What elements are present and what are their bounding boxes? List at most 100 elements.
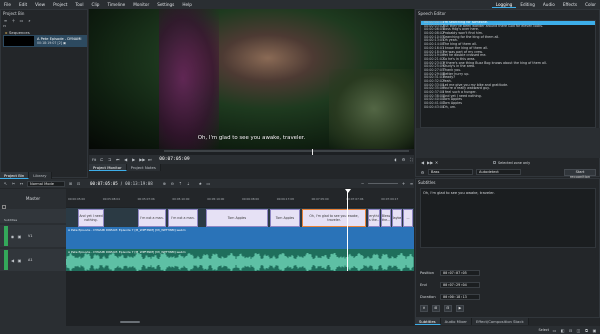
speaker-icon[interactable]: ◀ [10,258,15,263]
add-subtitle-icon[interactable]: ⊞ [432,304,440,312]
subtitle-clip[interactable]: Bless the... [381,209,391,227]
razor-tool-icon[interactable]: ✂ [11,181,16,186]
timeline-position[interactable]: 00:07:05:05 [90,181,118,186]
guide-icon[interactable]: ★ [198,181,203,186]
spacer-tool-icon[interactable]: ↔ [19,181,24,186]
end-field[interactable]: 00:07:29:04 [440,282,480,288]
subtitle-track-header[interactable]: Subtitles [0,209,66,223]
lift-icon[interactable]: ⇡ [178,181,183,186]
zoom-in-icon[interactable]: + [401,181,406,186]
add-clip-icon[interactable]: ＋ [11,18,16,23]
track-active-indicator[interactable] [4,250,8,270]
menu-edit[interactable]: Edit [15,2,31,7]
video-clip[interactable]: A Pete Episode - DYNAMI DREAM: Episode 7… [66,227,414,249]
menu-project[interactable]: Project [49,2,71,7]
subtitle-clip[interactable]: And yet I need nothing. [78,209,104,227]
speech-text-list[interactable]: 00:00:00:00 I'm searching for someone. 00:… [420,20,596,128]
workspace-effects[interactable]: Effects [559,2,581,8]
subtitle-text-editor[interactable]: Oh, I'm glad to see you awake, traveler. [420,188,596,248]
speech-line[interactable]: 00:00:43:00 Oh, um. [421,105,595,110]
status-icon-3[interactable]: ⊟ [568,328,573,333]
track-active-indicator[interactable] [4,226,8,246]
tab-project-monitor[interactable]: Project Monitor [89,164,127,171]
split-subtitle-icon[interactable]: ⊟ [444,304,452,312]
subtitle-clip[interactable]: Everything is the... [368,209,380,227]
expand-icon[interactable] [2,205,6,209]
menu-monitor[interactable]: Monitor [129,2,153,7]
zoom-out-icon[interactable]: − [360,181,365,186]
tab-subtitles[interactable]: Subtitles [415,318,441,325]
audio-track-header[interactable]: ◀ ▣ A1 [0,249,66,271]
status-icon-2[interactable]: ◧ [560,328,565,333]
gear-icon[interactable]: ⚙ [420,170,425,175]
delete-icon[interactable]: ✕ [434,160,439,165]
snap-icon[interactable]: ⊞ [68,181,73,186]
subtitle-clip[interactable]: Maybe? [392,209,402,227]
zoom-slider[interactable] [368,182,398,185]
workspace-logging[interactable]: Logging [491,2,517,8]
lock-icon[interactable]: ▣ [17,258,22,263]
duration-field[interactable]: 00:00:18:13 [440,294,480,300]
menu-tool[interactable]: Tool [71,2,87,7]
tab-audio-mixer[interactable]: Audio Mixer [440,318,472,325]
start-recognition-button[interactable]: Start recognition [564,168,596,179]
forward-icon[interactable]: ▶▶ [139,157,145,162]
subtitle-clip[interactable]: I'm not a man. [168,209,198,227]
in-point-icon[interactable]: ⊏ [99,157,104,162]
eye-icon[interactable]: ◉ [10,234,15,239]
select-tool-icon[interactable]: ↖ [3,181,8,186]
audio-clip[interactable]: A Pete Episode - DYNAMI DREAM: Episode 7… [66,249,414,271]
zoom-select[interactable]: Fit [92,158,96,162]
volume-icon[interactable]: ◖ [393,157,398,162]
lock-icon[interactable]: ⊡ [76,181,81,186]
edit-mode-select[interactable]: Normal Mode [27,180,65,187]
playhead-handle[interactable] [345,189,351,193]
tab-project-notes[interactable]: Project Notes [126,164,161,171]
monitor-video[interactable]: Oh, I'm glad to see you awake, traveler. [89,9,414,149]
subtitle-clip[interactable]: I'm not a man. [138,209,166,227]
status-icon-6[interactable]: ▣ [592,328,597,333]
monitor-timecode[interactable]: 00:07:05:09 [159,157,189,162]
workspace-audio[interactable]: Audio [539,2,559,8]
search-icon[interactable]: ⌕ [27,18,32,23]
settings-icon[interactable]: ⚙ [401,157,406,162]
tab-project-bin[interactable]: Project Bin [0,172,30,179]
menu-file[interactable]: File [0,2,15,7]
status-icon-1[interactable]: ▭ [552,328,557,333]
timeline-ruler[interactable]: 00:00:05:00 00:05:08:04 00:05:07:06 00:05:1… [66,189,414,207]
next-icon[interactable]: ⏭ [147,157,152,162]
folder-icon[interactable]: ▭ [19,18,24,23]
ffwd-icon[interactable]: ▶▶ [427,160,433,165]
video-track-header[interactable]: ◉ ▣ V1 [0,225,66,247]
prev-subtitle-icon[interactable]: ✕ [420,304,428,312]
model-select[interactable]: Autodetect [476,169,521,175]
status-mode[interactable]: Select [539,328,549,332]
workspace-color[interactable]: Color [581,2,600,8]
extract-icon[interactable]: ⇣ [186,181,191,186]
next-subtitle-icon[interactable]: ▶ [456,304,464,312]
preview-render-icon[interactable]: ▭ [206,181,211,186]
menu-timeline[interactable]: Timeline [103,2,129,7]
checkbox-icon[interactable] [493,161,496,164]
position-field[interactable]: 00:07:07:05 [440,270,480,276]
play-icon[interactable]: ▶ [131,157,136,162]
subtitle-clip-selected[interactable]: Oh, I'm glad to see you awake, traveler. [302,209,366,227]
rewind-icon[interactable]: ◀ [123,157,128,162]
subtitle-clip[interactable]: Torn Apples [270,209,300,227]
tab-effect-stack[interactable]: Effect/Composition Stack [472,318,529,325]
timeline-playhead[interactable] [347,189,348,271]
back-icon[interactable]: ◀ [420,160,425,165]
hamburger-icon[interactable]: ≡ [3,18,8,23]
menu-view[interactable]: View [31,2,49,7]
menu-icon[interactable]: ≡ [409,181,414,186]
workspace-editing[interactable]: Editing [516,2,539,8]
status-icon-5[interactable]: ⧉ [584,328,589,333]
overwrite-icon[interactable]: ⊖ [170,181,175,186]
status-icon-4[interactable]: ◫ [576,328,581,333]
lock-icon[interactable]: ▣ [17,234,22,239]
subtitle-clip[interactable]: ... [403,209,413,227]
fullscreen-icon[interactable]: ⛶ [409,157,414,162]
bin-clip-item[interactable]: A Pete Episode - DYNAMI 00:18:19:07 [2] … [3,35,87,47]
tab-library[interactable]: Library [29,172,52,179]
menu-settings[interactable]: Settings [153,2,178,7]
